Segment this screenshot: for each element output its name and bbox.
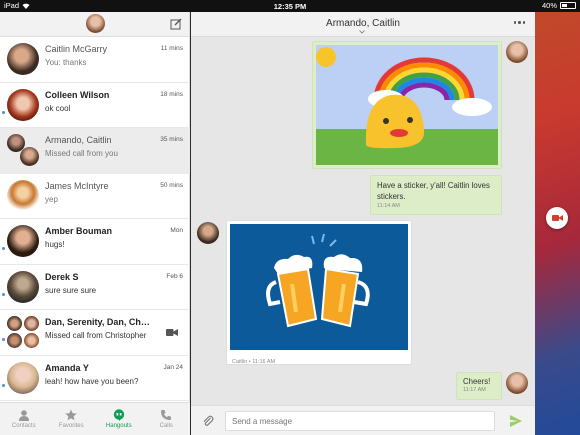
my-avatar (506, 372, 528, 394)
conversation-item[interactable]: Colleen Wilson ok cool 18 mins (0, 83, 190, 128)
conversation-sidebar: Caitlin McGarry You: thanks 11 mins Coll… (0, 12, 190, 435)
conversation-item[interactable]: Derek S sure sure sure Feb 6 (0, 265, 190, 310)
tab-contacts[interactable]: Contacts (0, 403, 48, 435)
message-text: Have a sticker, y'all! Caitlin loves sti… (377, 181, 490, 201)
text-message-outgoing[interactable]: Cheers! 11:17 AM (456, 372, 502, 400)
conversation-time: 18 mins (160, 90, 183, 98)
text-message-outgoing[interactable]: Have a sticker, y'all! Caitlin loves sti… (370, 175, 502, 215)
conversation-item[interactable]: Caitlin McGarry You: thanks 11 mins (0, 37, 190, 83)
conversation-item[interactable]: Dan, Serenity, Dan, Chris... Missed call… (0, 310, 190, 356)
chat-title[interactable]: Armando, Caitlin (191, 18, 535, 29)
conversation-list: Caitlin McGarry You: thanks 11 mins Coll… (0, 37, 190, 402)
tab-hangouts[interactable]: Hangouts (95, 403, 143, 435)
group-avatar (7, 134, 39, 166)
video-call-button[interactable] (546, 207, 568, 229)
video-call-icon (166, 329, 178, 336)
sticker-message-incoming[interactable]: Caitlin • 11:16 AM (226, 220, 412, 365)
unread-dot (2, 383, 5, 387)
conversation-name: Amber Bouman (45, 226, 113, 236)
send-icon[interactable] (509, 414, 523, 428)
conversation-name: Amanda Y (45, 362, 89, 373)
sticker-message-outgoing[interactable] (312, 41, 502, 169)
contact-avatar (24, 316, 39, 331)
contact-avatar (7, 270, 39, 303)
contact-avatar (197, 222, 219, 244)
contact-avatar (7, 225, 39, 257)
compose-icon[interactable] (170, 18, 182, 30)
unread-dot (2, 338, 5, 341)
beer-cheers-sticker (230, 224, 408, 350)
conversation-snippet: hugs! (45, 240, 65, 249)
message-composer (191, 405, 535, 435)
video-camera-icon (551, 215, 563, 221)
unread-dot (2, 247, 5, 250)
conversation-snippet: ok cool (45, 103, 71, 113)
tab-favorites[interactable]: Favorites (48, 403, 96, 435)
message-time: 11:14 AM (377, 203, 400, 209)
conversation-item[interactable]: James McIntyre yep 50 mins (0, 174, 190, 219)
contact-avatar (7, 361, 39, 394)
conversation-item[interactable]: Amanda Y leah! how have you been? Jan 24 (0, 356, 190, 401)
contact-avatar (7, 179, 39, 212)
person-icon (18, 410, 29, 421)
conversation-name: Derek S (45, 271, 79, 282)
contact-avatar (7, 88, 39, 121)
phone-icon (161, 410, 172, 420)
tab-label: Favorites (58, 423, 84, 429)
unread-dot (2, 292, 5, 296)
conversation-name: James McIntyre (45, 180, 109, 191)
conversation-name: Caitlin McGarry (45, 44, 108, 54)
conversation-time: Jan 24 (163, 363, 183, 371)
unread-dot (2, 110, 5, 114)
tab-label: Contacts (11, 423, 36, 429)
conversation-snippet: Missed call from you (45, 149, 118, 158)
paperclip-icon[interactable] (202, 415, 214, 427)
battery-icon (560, 2, 576, 9)
my-avatar (506, 41, 528, 63)
status-bar: iPad 12:35 PM 40% (0, 0, 580, 12)
conversation-snippet: leah! how have you been? (45, 376, 139, 386)
battery-percent: 40% (541, 1, 557, 10)
contact-avatar (24, 333, 39, 348)
conversation-snippet: yep (45, 194, 58, 204)
bottom-tab-bar: Contacts Favorites Hangouts Calls (0, 402, 190, 435)
chevron-down-icon[interactable] (359, 30, 365, 34)
tab-calls[interactable]: Calls (143, 403, 191, 435)
conversation-time: Mon (170, 227, 183, 234)
more-options-icon[interactable] (513, 21, 525, 24)
message-time: 11:17 AM (463, 387, 486, 393)
contact-avatar (7, 316, 22, 331)
contact-avatar (7, 43, 39, 75)
hangouts-icon (113, 409, 124, 421)
chat-header: Armando, Caitlin (191, 12, 535, 37)
conversation-item-selected[interactable]: Armando, Caitlin Missed call from you 35… (0, 128, 190, 174)
conversation-time: 35 mins (160, 136, 183, 143)
tab-label: Calls (159, 423, 173, 429)
conversation-time: Feb 6 (166, 272, 183, 280)
conversation-name: Armando, Caitlin (45, 135, 112, 145)
chat-panel: Armando, Caitlin Have a sticker, y'all! … (191, 12, 535, 435)
conversation-snippet: You: thanks (45, 58, 87, 67)
sidebar-header (0, 12, 189, 37)
conversation-item[interactable]: Amber Bouman hugs! Mon (0, 219, 190, 265)
group-avatar (7, 316, 39, 348)
conversation-name: Dan, Serenity, Dan, Chris... (45, 317, 153, 327)
conversation-snippet: sure sure sure (45, 285, 97, 295)
message-text: Cheers! (463, 377, 491, 386)
message-meta: Caitlin • 11:16 AM (232, 359, 276, 365)
message-input[interactable] (225, 411, 495, 431)
tab-label: Hangouts (105, 423, 132, 429)
contact-avatar (20, 147, 39, 166)
conversation-time: 50 mins (160, 181, 183, 189)
star-icon (65, 409, 77, 421)
my-avatar[interactable] (86, 14, 105, 33)
contact-avatar (7, 333, 22, 348)
conversation-name: Colleen Wilson (45, 89, 110, 100)
rainbow-blob-sticker (316, 45, 498, 165)
conversation-snippet: Missed call from Christopher (45, 331, 147, 340)
conversation-time: 11 mins (160, 45, 183, 52)
clock: 12:35 PM (273, 1, 307, 11)
